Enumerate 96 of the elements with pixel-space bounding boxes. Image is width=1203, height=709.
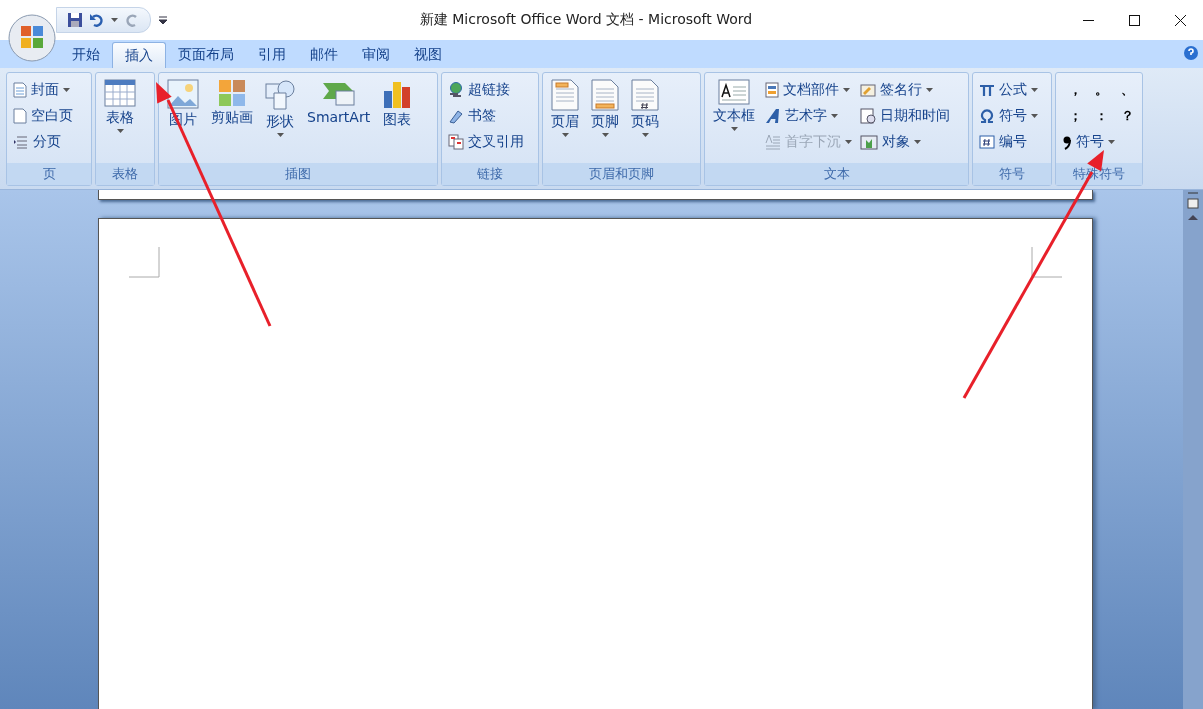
calendar-icon <box>860 108 876 124</box>
ribbon-button[interactable]: 符号 <box>979 105 1038 127</box>
punctuation-button[interactable]: ； <box>1062 105 1088 127</box>
caret-icon <box>116 129 124 133</box>
save-icon[interactable] <box>67 12 83 28</box>
page-icon <box>591 79 619 111</box>
text-box-icon <box>718 79 750 105</box>
ribbon-button[interactable]: 文档部件 <box>765 79 852 101</box>
caret-icon <box>843 88 850 92</box>
document-icon <box>13 82 27 98</box>
ribbon-button[interactable]: 表格 <box>100 77 140 163</box>
window-title: 新建 Microsoft Office Word 文档 - Microsoft Word <box>418 11 754 29</box>
omega-icon <box>979 109 995 123</box>
ribbon-button[interactable]: 艺术字 <box>765 105 852 127</box>
group-label: 表格 <box>96 163 154 185</box>
wordart-icon <box>765 108 781 124</box>
ribbon-button[interactable]: SmartArt <box>303 77 375 163</box>
ribbon-tab[interactable]: 邮件 <box>298 42 350 68</box>
caret-icon <box>63 88 70 92</box>
ribbon-button[interactable]: 页脚 <box>587 77 623 163</box>
ribbon-tab[interactable]: 引用 <box>246 42 298 68</box>
ribbon-button[interactable]: 空白页 <box>13 105 73 127</box>
caret-icon <box>601 133 609 137</box>
ribbon-button[interactable]: 形状 <box>261 77 299 163</box>
document-parts-icon <box>765 82 779 98</box>
pi-icon <box>979 83 995 97</box>
cross-reference-icon <box>448 134 464 150</box>
group-label: 插图 <box>159 163 437 185</box>
shapes-icon <box>265 79 295 111</box>
ruler-toggle-icon[interactable] <box>1186 190 1200 212</box>
ribbon-button[interactable]: 书签 <box>448 105 524 127</box>
ribbon-tab[interactable]: 审阅 <box>350 42 402 68</box>
ribbon-tab[interactable]: 插入 <box>112 42 166 68</box>
ribbon-button[interactable]: 文本框 <box>709 77 759 163</box>
group-label: 符号 <box>973 163 1051 185</box>
table-icon <box>104 79 136 107</box>
undo-icon[interactable] <box>89 12 105 28</box>
caret-icon <box>1031 114 1038 118</box>
clip-art-icon <box>218 79 246 107</box>
caret-icon <box>926 88 933 92</box>
bookmark-icon <box>448 108 464 124</box>
caret-icon <box>1108 140 1115 144</box>
ribbon-button[interactable]: 分页 <box>13 131 73 153</box>
punctuation-button[interactable]: ， <box>1062 79 1088 101</box>
caret-icon <box>1031 88 1038 92</box>
ribbon-tab[interactable]: 开始 <box>60 42 112 68</box>
ribbon-button[interactable]: 日期和时间 <box>860 105 950 127</box>
ribbon-button[interactable]: 图表 <box>378 77 417 163</box>
ribbon-button[interactable]: 符号 <box>1062 131 1140 153</box>
group-label: 文本 <box>705 163 968 185</box>
ribbon-button[interactable]: 编号 <box>979 131 1038 153</box>
globe-link-icon <box>448 82 464 98</box>
ribbon-button[interactable]: 页码 <box>627 77 663 163</box>
number-icon <box>979 135 995 149</box>
group-label: 页眉和页脚 <box>543 163 700 185</box>
signature-icon <box>860 82 876 98</box>
punctuation-button[interactable]: ？ <box>1114 105 1140 127</box>
margin-mark <box>129 247 160 278</box>
picture-icon <box>167 79 199 109</box>
help-icon[interactable] <box>1183 45 1199 61</box>
maximize-icon[interactable] <box>1128 14 1140 26</box>
ribbon-button[interactable]: 超链接 <box>448 79 524 101</box>
caret-icon <box>845 140 852 144</box>
margin-mark <box>1031 247 1062 278</box>
ribbon-tab[interactable]: 页面布局 <box>166 42 246 68</box>
caret-icon <box>730 127 738 131</box>
page-icon <box>631 79 659 111</box>
close-icon[interactable] <box>1174 14 1186 26</box>
caret-icon <box>561 133 569 137</box>
ribbon-button[interactable]: 剪贴画 <box>207 77 257 163</box>
ribbon-button[interactable]: 公式 <box>979 79 1038 101</box>
caret-icon <box>831 114 838 118</box>
punctuation-button[interactable]: ： <box>1088 105 1114 127</box>
drop-cap-icon <box>765 134 781 150</box>
ribbon-button[interactable]: 封面 <box>13 79 73 101</box>
punctuation-button[interactable]: 、 <box>1114 79 1140 101</box>
group-label: 链接 <box>442 163 538 185</box>
caret-icon <box>111 18 118 22</box>
page-break-icon <box>13 134 29 150</box>
object-icon <box>860 134 878 150</box>
ribbon-button[interactable]: 对象 <box>860 131 950 153</box>
ribbon-button[interactable]: 签名行 <box>860 79 950 101</box>
ribbon-button[interactable]: 交叉引用 <box>448 131 524 153</box>
caret-icon <box>276 133 284 137</box>
ribbon-tab[interactable]: 视图 <box>402 42 454 68</box>
punctuation-button[interactable]: 。 <box>1088 79 1114 101</box>
bar-chart-icon <box>382 79 413 109</box>
document-icon <box>13 108 27 124</box>
customize-toolbar-icon[interactable] <box>159 16 167 24</box>
caret-icon <box>641 133 649 137</box>
caret-icon <box>914 140 921 144</box>
page-icon <box>551 79 579 111</box>
comma-icon <box>1062 134 1072 150</box>
ribbon-button[interactable]: 页眉 <box>547 77 583 163</box>
group-label: 页 <box>7 163 91 185</box>
scroll-up-icon[interactable] <box>1186 212 1200 222</box>
